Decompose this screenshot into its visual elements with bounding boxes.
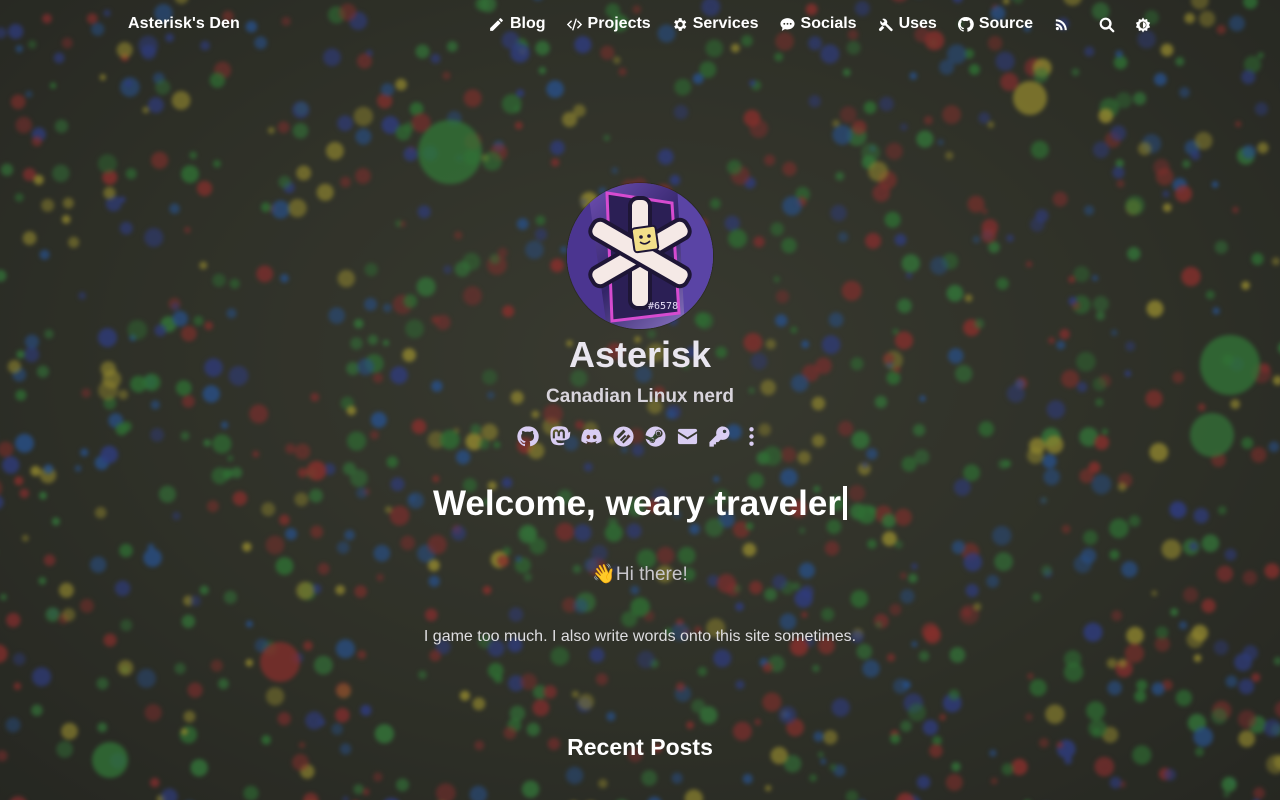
social-links [515,424,763,448]
rss-icon [1055,18,1067,30]
nav-item-services[interactable]: Services [671,15,759,33]
bio-text: I game too much. I also write words onto… [423,628,857,645]
github-icon [957,16,974,32]
recent-posts-heading: Recent Posts [567,734,713,760]
code-icon [566,17,582,31]
tools-icon [878,18,893,31]
social-mastodon-link[interactable] [547,424,571,448]
greeting: 👋Hi there! [0,562,1280,586]
mail-icon [677,428,697,444]
welcome-text: Welcome, weary traveler [433,484,841,523]
nav-menu: Blog Projects Services Socials Uses Sour… [488,15,1070,33]
typing-cursor [842,486,847,520]
nav-item-socials[interactable]: Socials [779,15,857,33]
key-icon [708,425,729,447]
steam-icon [645,425,665,447]
site-brand[interactable]: Asterisk's Den [128,15,240,33]
welcome-heading: Welcome, weary traveler [0,484,1280,524]
profile-tagline: Canadian Linux nerd [546,386,734,407]
social-more-button[interactable] [739,424,763,448]
nav-item-projects[interactable]: Projects [566,15,651,33]
social-fediverse-link[interactable] [611,424,635,448]
nav-item-blog[interactable]: Blog [488,15,546,33]
search-icon[interactable] [1098,16,1116,34]
nav-item-label: Socials [800,15,857,32]
top-navbar: Asterisk's Den Blog Projects Services So… [0,0,1280,52]
nav-item-label: Source [978,15,1034,32]
nav-item-label: Blog [510,15,546,32]
nav-item-source[interactable]: Source [957,15,1033,33]
discord-icon [580,428,602,444]
theme-toggle-icon[interactable] [1134,16,1152,34]
wave-emoji-icon: 👋 [592,564,616,585]
avatar-caption: #6578 [648,301,678,312]
greeting-text: Hi there! [615,564,688,585]
nav-item-label: Projects [587,15,651,32]
social-email-link[interactable] [675,424,699,448]
fediverse-icon [612,425,634,447]
gear-icon [673,17,686,31]
mastodon-icon [549,425,570,445]
avatar: #6578 [567,183,713,329]
pencil-icon [490,17,503,31]
nav-item-rss[interactable] [1053,16,1070,33]
social-discord-link[interactable] [579,424,603,448]
profile-name: Asterisk [568,334,712,375]
nav-item-label: Services [692,15,759,32]
github-icon [516,425,539,446]
social-pgp-key-link[interactable] [707,424,731,448]
asterisk-avatar-image: #6578 [567,183,713,329]
social-github-link[interactable] [515,424,539,448]
more-icon [748,426,754,446]
nav-item-uses[interactable]: Uses [877,15,937,33]
nav-item-label: Uses [898,15,937,32]
social-steam-link[interactable] [643,424,667,448]
chat-bubble-icon [779,17,795,31]
nav-tools [1098,16,1152,34]
